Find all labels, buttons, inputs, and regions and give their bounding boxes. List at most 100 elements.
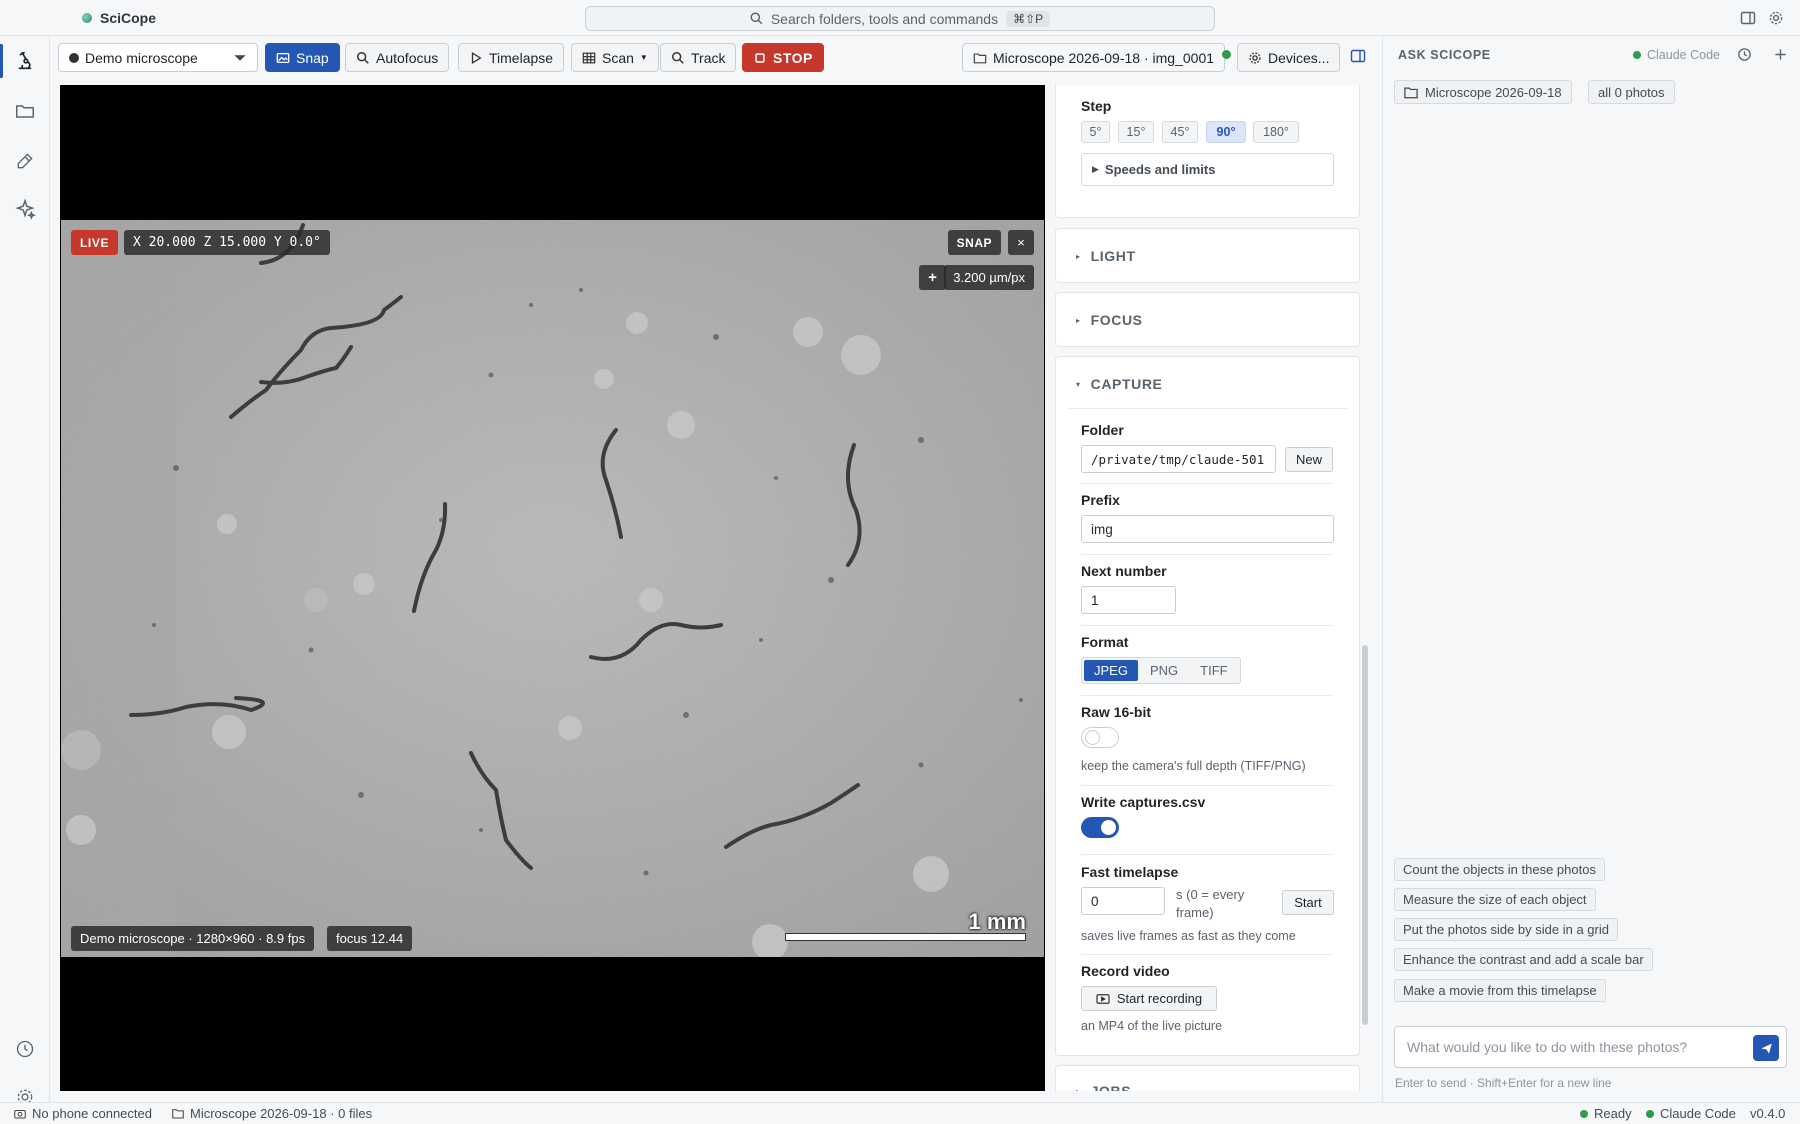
history-icon[interactable] (1737, 47, 1752, 62)
settings-scrollbar[interactable] (1362, 645, 1368, 1025)
divider (1081, 954, 1334, 955)
focus-readout: focus 12.44 (327, 926, 413, 951)
search-icon (357, 51, 369, 64)
rail-folders-button[interactable] (12, 98, 38, 124)
panel-toggle-icon[interactable] (1350, 48, 1366, 64)
step-option-15[interactable]: 15° (1118, 121, 1154, 143)
capture-section: ▾ CAPTURE Folder /private/tmp/claude-501 … (1055, 356, 1360, 1056)
app-title: SciCope (82, 10, 156, 26)
write-csv-toggle[interactable] (1081, 817, 1119, 838)
divider (1081, 554, 1334, 555)
send-button[interactable] (1753, 1035, 1779, 1061)
device-select[interactable]: Demo microscope (58, 43, 258, 72)
fast-timelapse-start-button[interactable]: Start (1282, 890, 1334, 915)
phone-status[interactable]: No phone connected (14, 1106, 152, 1121)
rail-history-button[interactable] (12, 1036, 38, 1062)
devices-button[interactable]: Devices... (1237, 43, 1341, 72)
next-number-label: Next number (1081, 563, 1167, 579)
ask-panel: ASK SCICOPE Claude Code Microscope 2026-… (1382, 36, 1800, 1102)
context-photos-chip[interactable]: all 0 photos (1588, 80, 1675, 104)
format-option-jpeg[interactable]: JPEG (1084, 660, 1138, 681)
model-status[interactable]: Claude Code (1646, 1106, 1736, 1121)
folder-field[interactable]: /private/tmp/claude-501 (1081, 445, 1276, 473)
gear-icon[interactable] (1768, 10, 1784, 26)
sidebar-layout-icon[interactable] (1740, 10, 1756, 26)
ask-hint: Enter to send · Shift+Enter for a new li… (1395, 1076, 1612, 1090)
focus-section[interactable]: ▸ FOCUS (1055, 292, 1360, 347)
divider (1081, 625, 1334, 626)
rail-annotate-button[interactable] (12, 148, 38, 174)
format-option-png[interactable]: PNG (1140, 660, 1188, 681)
rail-ai-button[interactable] (12, 196, 38, 222)
new-folder-button[interactable]: New (1285, 447, 1333, 472)
plus-icon[interactable] (1773, 47, 1788, 62)
jobs-header[interactable]: ▸ JOBS (1076, 1083, 1131, 1091)
caret-right-icon: ▸ (1076, 315, 1081, 325)
suggestion-grid[interactable]: Put the photos side by side in a grid (1394, 918, 1618, 941)
autofocus-button[interactable]: Autofocus (345, 43, 450, 72)
start-recording-button[interactable]: Start recording (1081, 986, 1217, 1011)
pixel-scale-readout: 3.200 µm/px (944, 265, 1034, 290)
light-section[interactable]: ▸ LIGHT (1055, 228, 1360, 283)
ready-status: Ready (1580, 1106, 1632, 1121)
step-option-90[interactable]: 90° (1206, 121, 1246, 143)
suggestion-count[interactable]: Count the objects in these photos (1394, 858, 1605, 881)
scale-bar (785, 933, 1026, 941)
raw-16bit-toggle[interactable] (1081, 727, 1119, 748)
live-viewer[interactable]: LIVE X 20.000 Z 15.000 Y 0.0° SNAP × + 3… (60, 85, 1045, 1091)
step-label: Step (1081, 98, 1112, 114)
search-icon (750, 12, 763, 25)
focus-header[interactable]: ▸ FOCUS (1076, 312, 1143, 328)
snap-button[interactable]: Snap (265, 43, 340, 72)
format-option-tiff[interactable]: TIFF (1190, 660, 1237, 681)
divider (1081, 854, 1334, 855)
suggestion-measure[interactable]: Measure the size of each object (1394, 888, 1596, 911)
stage-coordinates: X 20.000 Z 15.000 Y 0.0° (124, 230, 330, 255)
step-option-5[interactable]: 5° (1081, 121, 1110, 143)
timelapse-button[interactable]: Timelapse (458, 43, 565, 72)
model-status-label: Claude Code (1660, 1106, 1736, 1121)
search-shortcut: ⌘⇧P (1006, 10, 1051, 27)
prefix-field[interactable]: img (1081, 515, 1334, 543)
toolbar: Demo microscope Snap Autofocus Timelapse… (50, 36, 1382, 78)
zoom-in-button[interactable]: + (919, 265, 946, 290)
suggestion-enhance[interactable]: Enhance the contrast and add a scale bar (1394, 948, 1653, 971)
capture-header[interactable]: ▾ CAPTURE (1076, 376, 1163, 392)
rail-microscope-button[interactable] (12, 48, 38, 74)
play-icon (471, 51, 482, 64)
divider (1081, 483, 1334, 484)
start-recording-label: Start recording (1116, 991, 1203, 1006)
video-icon (1096, 993, 1110, 1004)
sparkle-icon (15, 198, 36, 220)
specimen-image (61, 220, 1044, 957)
step-option-180[interactable]: 180° (1253, 121, 1299, 143)
session-label: Microscope 2026-09-18 · img_0001 (993, 49, 1215, 66)
ask-model-name: Claude Code (1647, 48, 1720, 62)
raw-label: Raw 16-bit (1081, 704, 1152, 720)
light-header[interactable]: ▸ LIGHT (1076, 248, 1136, 264)
snap-overlay-button[interactable]: SNAP (947, 230, 1001, 255)
step-option-45[interactable]: 45° (1162, 121, 1198, 143)
ask-input[interactable] (1395, 1027, 1745, 1067)
command-search[interactable]: Search folders, tools and commands ⌘⇧P (585, 6, 1215, 31)
speeds-limits-expander[interactable]: ▶ Speeds and limits (1081, 153, 1334, 186)
folder-status[interactable]: Microscope 2026-09-18 · 0 files (172, 1106, 372, 1121)
ready-dot (1580, 1109, 1588, 1118)
format-label: Format (1081, 634, 1129, 650)
scan-button[interactable]: Scan ▼ (571, 43, 659, 72)
image-icon (276, 52, 290, 63)
next-number-field[interactable]: 1 (1081, 586, 1176, 614)
close-overlay-button[interactable]: × (1008, 230, 1034, 255)
ask-panel-title: ASK SCICOPE (1398, 48, 1491, 62)
gear-icon (1249, 51, 1261, 64)
suggestion-movie[interactable]: Make a movie from this timelapse (1394, 979, 1606, 1002)
jobs-section[interactable]: ▸ JOBS (1055, 1065, 1360, 1091)
fast-timelapse-interval[interactable]: 0 (1081, 887, 1165, 915)
model-status-dot (1633, 51, 1641, 59)
microscope-live-image[interactable]: LIVE X 20.000 Z 15.000 Y 0.0° SNAP × + 3… (61, 220, 1044, 957)
context-folder-chip[interactable]: Microscope 2026-09-18 (1394, 80, 1572, 104)
toggle-knob (1101, 820, 1116, 835)
track-button[interactable]: Track (660, 43, 737, 72)
stop-button[interactable]: STOP (742, 43, 824, 72)
session-button[interactable]: Microscope 2026-09-18 · img_0001 (962, 43, 1226, 72)
